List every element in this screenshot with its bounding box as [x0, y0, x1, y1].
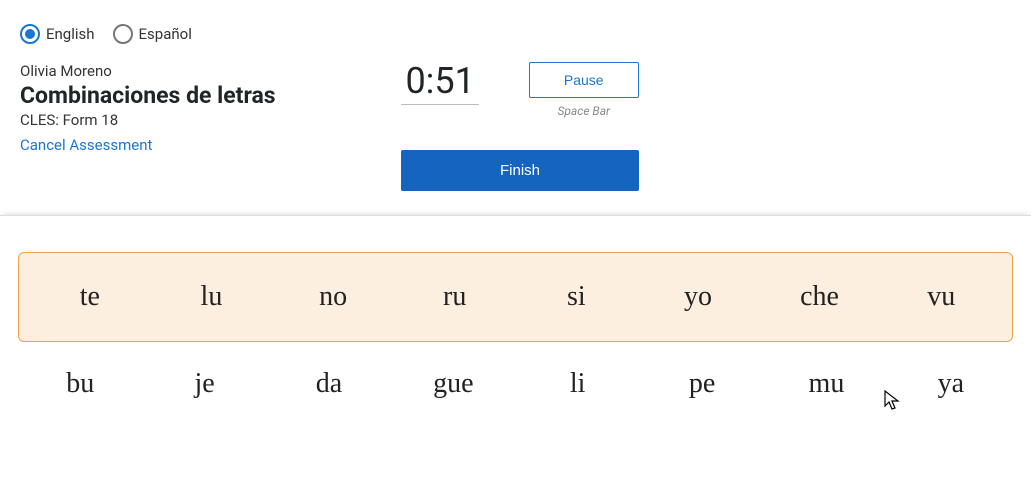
syllable-cell[interactable]: je	[142, 368, 266, 400]
spacebar-hint: Space Bar	[557, 104, 610, 118]
syllable-cell[interactable]: no	[272, 281, 394, 313]
syllable-cell[interactable]: si	[516, 281, 638, 313]
radio-espanol[interactable]: Español	[113, 24, 192, 44]
syllable-cell[interactable]: lu	[151, 281, 273, 313]
cancel-assessment-link[interactable]: Cancel Assessment	[20, 136, 152, 154]
syllable-cell[interactable]: li	[516, 368, 640, 400]
syllable-cell[interactable]: che	[759, 281, 881, 313]
assessment-title: Combinaciones de letras	[20, 82, 380, 109]
syllable-cell[interactable]: mu	[764, 368, 888, 400]
pause-button[interactable]: Pause	[529, 62, 639, 98]
syllable-cell[interactable]: vu	[880, 281, 1002, 313]
active-row[interactable]: te lu no ru si yo che vu	[18, 252, 1013, 342]
form-label: CLES: Form 18	[20, 111, 380, 129]
syllable-cell[interactable]: bu	[18, 368, 142, 400]
radio-icon	[20, 24, 40, 44]
syllable-cell[interactable]: yo	[637, 281, 759, 313]
syllable-cell[interactable]: te	[29, 281, 151, 313]
timer-display: 0:51	[401, 62, 478, 105]
finish-button[interactable]: Finish	[401, 150, 639, 191]
assessment-info: Olivia Moreno Combinaciones de letras CL…	[20, 62, 380, 154]
language-selector: English Español	[20, 24, 1011, 44]
radio-english-label: English	[46, 25, 95, 43]
radio-english[interactable]: English	[20, 24, 95, 44]
student-name: Olivia Moreno	[20, 62, 380, 80]
syllable-area: te lu no ru si yo che vu bu je da gue li…	[0, 215, 1031, 430]
syllable-cell[interactable]: da	[267, 368, 391, 400]
syllable-cell[interactable]: gue	[391, 368, 515, 400]
syllable-cell[interactable]: pe	[640, 368, 764, 400]
radio-espanol-label: Español	[139, 25, 192, 43]
syllable-cell[interactable]: ya	[889, 368, 1013, 400]
syllable-cell[interactable]: ru	[394, 281, 516, 313]
radio-icon	[113, 24, 133, 44]
inactive-row: bu je da gue li pe mu ya	[18, 368, 1013, 400]
